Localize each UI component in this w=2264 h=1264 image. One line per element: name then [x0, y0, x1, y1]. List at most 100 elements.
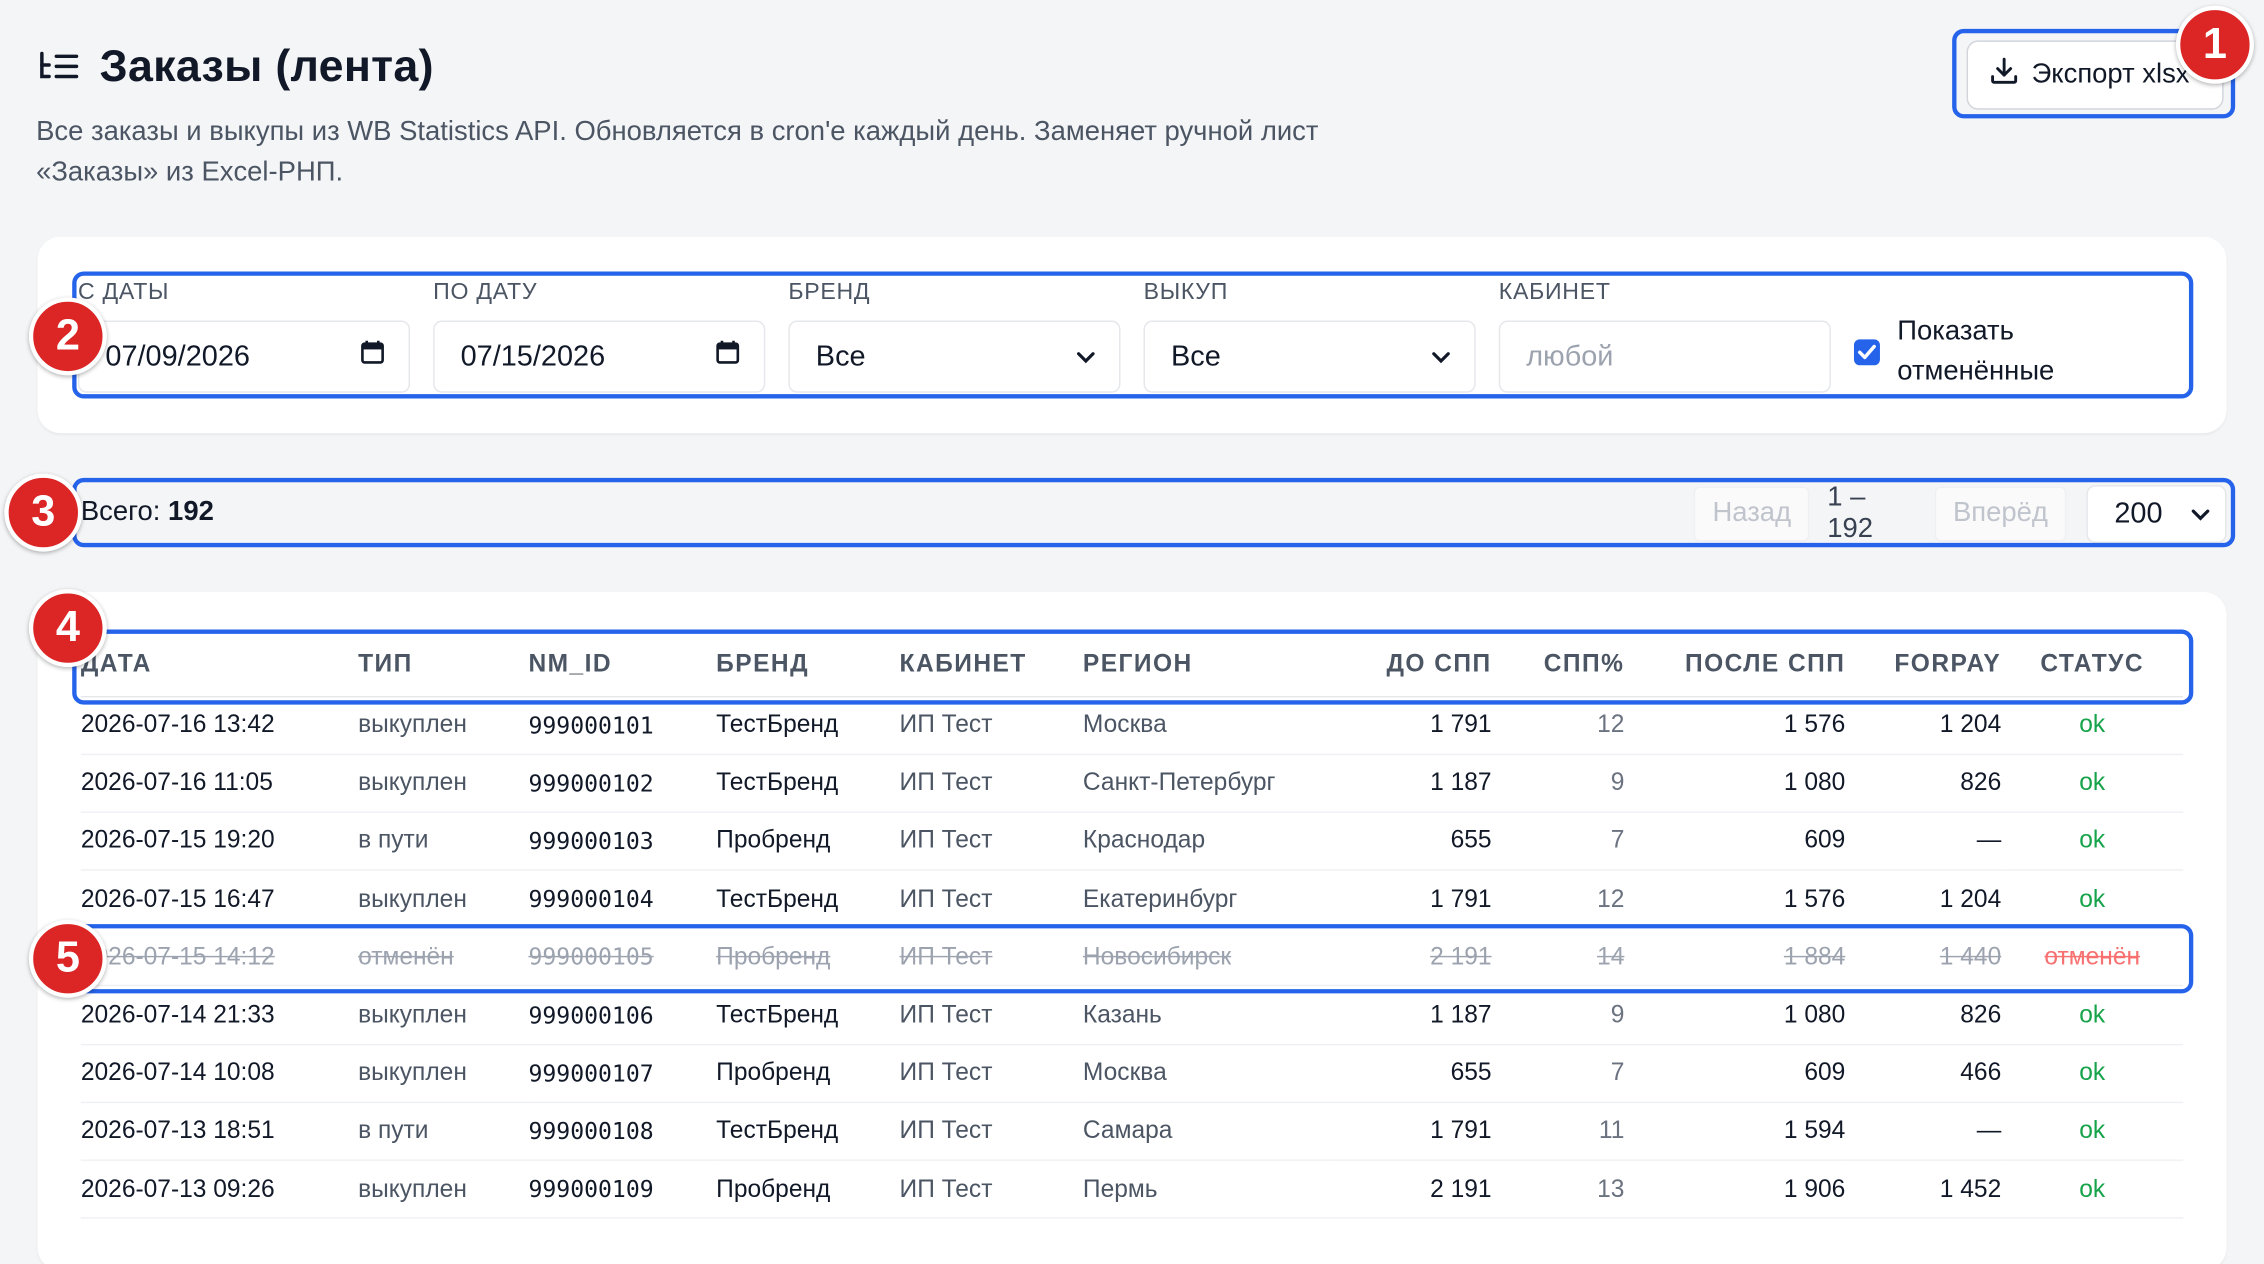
chevron-down-icon [2190, 497, 2210, 530]
cell-status: ok [2001, 812, 2184, 871]
next-page-button[interactable]: Вперёд [1934, 486, 2067, 542]
cabinet-group: КАБИНЕТ любой [1498, 280, 1831, 393]
col-cabinet[interactable]: КАБИНЕТ [899, 632, 1083, 697]
total-label: Всего: [80, 496, 161, 528]
col-type[interactable]: ТИП [358, 632, 529, 697]
show-cancelled-toggle[interactable]: Показать отменённые [1853, 312, 2099, 393]
calendar-icon[interactable] [715, 339, 741, 374]
cell-before-spp: 1 791 [1335, 695, 1492, 755]
col-region[interactable]: РЕГИОН [1082, 632, 1336, 697]
cell-date: 2026-07-15 14:12 [80, 928, 359, 987]
show-cancelled-label: Показать отменённые [1897, 316, 2055, 387]
brand-select[interactable]: Все [788, 320, 1121, 393]
buyout-select[interactable]: Все [1143, 320, 1476, 393]
date-to-input[interactable]: 07/15/2026 [433, 320, 766, 393]
brand-group: БРЕНД Все [788, 280, 1121, 393]
orders-table: ДАТА ТИП NM_ID БРЕНД КАБИНЕТ РЕГИОН ДО С… [80, 632, 2184, 1219]
cell-forpay: 1 452 [1845, 1160, 2002, 1219]
cell-forpay: 826 [1845, 986, 2002, 1045]
cell-date: 2026-07-15 19:20 [80, 812, 359, 871]
cell-after-spp: 1 080 [1624, 753, 1846, 813]
buyout-label: ВЫКУП [1143, 280, 1229, 305]
cell-status: ok [2001, 1160, 2184, 1219]
cell-region: Екатеринбург [1082, 870, 1336, 929]
page-size-select[interactable]: 200 [2086, 485, 2227, 543]
cell-brand: Пробренд [716, 1160, 900, 1219]
summary-bar: Всего: 192 Назад 1 – 192 Вперёд 200 [38, 479, 2227, 545]
cell-forpay: — [1845, 1102, 2002, 1161]
chevron-down-icon [1431, 340, 1451, 373]
table-row[interactable]: 2026-07-14 21:33 выкуплен 999000106 ТестБре… [80, 986, 2184, 1045]
buyout-group: ВЫКУП Все [1143, 280, 1476, 393]
cell-status: ok [2001, 695, 2184, 755]
cell-region: Москва [1082, 1044, 1336, 1103]
col-spp-pct[interactable]: СПП% [1491, 632, 1625, 697]
col-after-spp[interactable]: ПОСЛЕ СПП [1624, 632, 1846, 697]
col-forpay[interactable]: FORPAY [1845, 632, 2002, 697]
table-row[interactable]: 2026-07-16 13:42 выкуплен 999000101 ТестБре… [80, 695, 2184, 755]
filters-card: С ДАТЫ 07/09/2026 ПО ДАТУ 07/15/2026 БРЕ… [37, 236, 2227, 434]
page-title: Заказы (лента) [99, 40, 434, 91]
cell-spp-pct: 7 [1491, 1044, 1625, 1103]
cell-cabinet: ИП Тест [899, 1102, 1083, 1161]
table-row[interactable]: 2026-07-15 16:47 выкуплен 999000104 ТестБре… [80, 870, 2184, 929]
cell-date: 2026-07-16 11:05 [80, 753, 359, 813]
cell-date: 2026-07-13 09:26 [80, 1160, 359, 1219]
col-brand[interactable]: БРЕНД [716, 632, 900, 697]
cell-cabinet: ИП Тест [899, 928, 1083, 987]
cell-before-spp: 2 191 [1335, 1160, 1492, 1219]
cell-before-spp: 1 791 [1335, 870, 1492, 929]
cell-spp-pct: 9 [1491, 753, 1625, 813]
cell-before-spp: 655 [1335, 812, 1492, 871]
cell-cabinet: ИП Тест [899, 1160, 1083, 1219]
table-row[interactable]: 2026-07-16 11:05 выкуплен 999000102 ТестБре… [80, 753, 2184, 813]
col-nm-id[interactable]: NM_ID [528, 632, 717, 697]
page-subtitle: Все заказы и выкупы из WB Statistics API… [36, 116, 1319, 188]
brand-label: БРЕНД [788, 280, 871, 305]
page: Заказы (лента) Все заказы и выкупы из WB… [0, 0, 2264, 1264]
col-date[interactable]: ДАТА [80, 632, 359, 697]
date-from-input[interactable]: 07/09/2026 [77, 320, 411, 393]
cell-spp-pct: 14 [1491, 928, 1625, 987]
cell-status: ok [2001, 1044, 2184, 1103]
table-row[interactable]: 2026-07-15 14:12 отменён 999000105 Пробренд… [80, 928, 2184, 987]
cell-cabinet: ИП Тест [899, 1044, 1083, 1103]
annotation-badge-4: 4 [28, 589, 107, 668]
prev-page-button[interactable]: Назад [1693, 486, 1810, 542]
col-before-spp[interactable]: ДО СПП [1335, 632, 1492, 697]
cabinet-input[interactable]: любой [1498, 320, 1831, 393]
list-filter-icon [36, 43, 82, 89]
cell-type: выкуплен [358, 753, 529, 813]
calendar-icon[interactable] [360, 339, 386, 374]
cell-cabinet: ИП Тест [899, 812, 1083, 871]
cell-brand: ТестБренд [716, 870, 900, 929]
cell-after-spp: 1 576 [1624, 695, 1846, 755]
show-cancelled-checkbox[interactable] [1853, 339, 1880, 366]
cell-date: 2026-07-13 18:51 [80, 1102, 359, 1161]
cell-before-spp: 1 187 [1335, 986, 1492, 1045]
table-row[interactable]: 2026-07-14 10:08 выкуплен 999000107 Пробрен… [80, 1044, 2184, 1103]
annotation-badge-2: 2 [28, 297, 107, 376]
cell-brand: Пробренд [716, 928, 900, 987]
cell-brand: ТестБренд [716, 986, 900, 1045]
page-range: 1 – 192 [1827, 482, 1873, 545]
cell-nm-id: 999000107 [528, 1044, 717, 1103]
cell-spp-pct: 11 [1491, 1102, 1625, 1161]
col-status[interactable]: СТАТУС [2001, 632, 2184, 697]
cell-forpay: — [1845, 812, 2002, 871]
cell-after-spp: 1 080 [1624, 986, 1846, 1045]
table-row[interactable]: 2026-07-13 18:51 в пути 999000108 ТестБренд… [80, 1102, 2184, 1161]
cell-forpay: 1 204 [1845, 695, 2002, 755]
table-row[interactable]: 2026-07-13 09:26 выкуплен 999000109 Пробрен… [80, 1160, 2184, 1219]
cell-spp-pct: 13 [1491, 1160, 1625, 1219]
download-icon [1988, 55, 2020, 95]
cell-status: ok [2001, 986, 2184, 1045]
cell-type: в пути [358, 1102, 529, 1161]
cell-nm-id: 999000108 [528, 1102, 717, 1161]
cell-spp-pct: 9 [1491, 986, 1625, 1045]
table-row[interactable]: 2026-07-15 19:20 в пути 999000103 Пробренд И… [80, 812, 2184, 871]
cell-after-spp: 609 [1624, 1044, 1846, 1103]
cell-brand: ТестБренд [716, 753, 900, 813]
cell-nm-id: 999000105 [528, 928, 717, 987]
cell-type: выкуплен [358, 1160, 529, 1219]
